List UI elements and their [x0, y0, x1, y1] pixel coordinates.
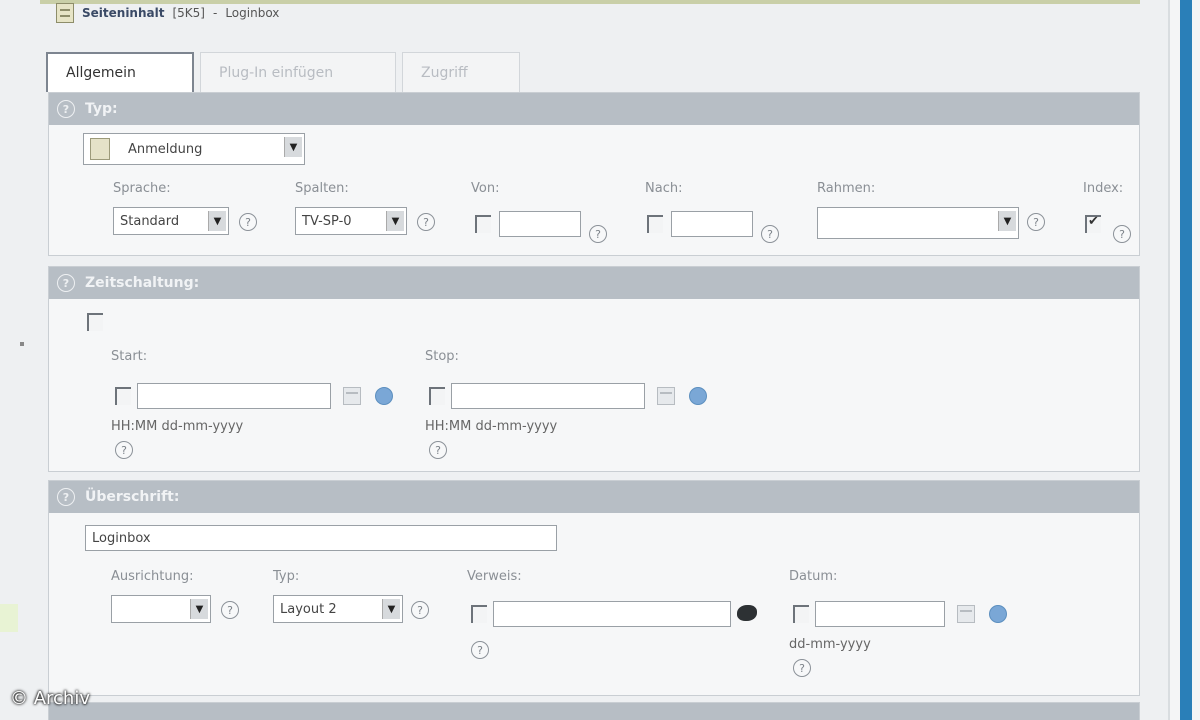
- tab-plugin-einfuegen[interactable]: Plug-In einfügen: [200, 52, 396, 92]
- datum-input[interactable]: [815, 601, 945, 627]
- chevron-down-icon[interactable]: ▼: [382, 599, 400, 619]
- chevron-down-icon[interactable]: ▼: [998, 211, 1016, 231]
- help-icon[interactable]: ?: [417, 213, 435, 231]
- type-select[interactable]: Anmeldung ▼: [83, 133, 305, 165]
- help-icon[interactable]: ?: [471, 641, 489, 659]
- help-icon[interactable]: ?: [411, 601, 429, 619]
- label-spalten: Spalten:: [295, 181, 349, 196]
- stop-format-hint: HH:MM dd-mm-yyyy: [425, 419, 558, 434]
- header-separator: -: [212, 6, 218, 20]
- label-von: Von:: [471, 181, 500, 196]
- section-zeitschaltung-title: Zeitschaltung:: [85, 275, 200, 291]
- stop-checkbox[interactable]: [429, 387, 445, 405]
- globe-icon[interactable]: [689, 387, 707, 405]
- help-icon[interactable]: ?: [57, 488, 75, 506]
- document-header: Seiteninhalt [5K5] - Loginbox: [56, 2, 279, 24]
- rahmen-select[interactable]: ▼: [817, 207, 1019, 239]
- nach-checkbox[interactable]: [647, 215, 663, 233]
- zeitschaltung-enable-checkbox[interactable]: [87, 313, 103, 331]
- tab-zugriff[interactable]: Zugriff: [402, 52, 520, 92]
- stop-input[interactable]: [451, 383, 645, 409]
- globe-icon[interactable]: [375, 387, 393, 405]
- label-verweis: Verweis:: [467, 569, 522, 584]
- ueberschrift-typ-select[interactable]: Layout 2 ▼: [273, 595, 403, 623]
- start-input[interactable]: [137, 383, 331, 409]
- section-ueberschrift: ? Überschrift: Loginbox Ausrichtung: Typ…: [48, 480, 1140, 696]
- label-datum: Datum:: [789, 569, 838, 584]
- calendar-icon[interactable]: [957, 605, 975, 623]
- copyright-watermark: © Archiv: [10, 688, 90, 709]
- label-ausrichtung: Ausrichtung:: [111, 569, 194, 584]
- spalten-value: TV-SP-0: [302, 213, 352, 229]
- chevron-down-icon[interactable]: ▼: [386, 211, 404, 231]
- section-typ: ? Typ: Anmeldung ▼ Sprache: Spalten: Von…: [48, 92, 1140, 256]
- label-nach: Nach:: [645, 181, 683, 196]
- type-select-value: Anmeldung: [128, 141, 203, 157]
- help-icon[interactable]: ?: [1113, 225, 1131, 243]
- scrollbar-track[interactable]: [1180, 0, 1192, 720]
- label-start: Start:: [111, 349, 148, 364]
- right-scroll-strip[interactable]: [1168, 0, 1200, 720]
- sprache-select[interactable]: Standard ▼: [113, 207, 229, 235]
- help-icon[interactable]: ?: [793, 659, 811, 677]
- help-icon[interactable]: ?: [1027, 213, 1045, 231]
- section-next-header: [49, 703, 1139, 720]
- von-input[interactable]: [499, 211, 581, 237]
- tab-allgemein[interactable]: Allgemein: [46, 52, 194, 92]
- start-checkbox[interactable]: [115, 387, 131, 405]
- left-marker: [20, 342, 24, 346]
- help-icon[interactable]: ?: [57, 100, 75, 118]
- von-checkbox[interactable]: [475, 215, 491, 233]
- chevron-down-icon[interactable]: ▼: [284, 137, 302, 157]
- help-icon[interactable]: ?: [57, 274, 75, 292]
- section-typ-title: Typ:: [85, 101, 118, 117]
- globe-icon[interactable]: [989, 605, 1007, 623]
- help-icon[interactable]: ?: [589, 225, 607, 243]
- page-content-icon: [56, 3, 74, 23]
- help-icon[interactable]: ?: [115, 441, 133, 459]
- help-icon[interactable]: ?: [239, 213, 257, 231]
- label-ueberschrift-typ: Typ:: [273, 569, 300, 584]
- spalten-select[interactable]: TV-SP-0 ▼: [295, 207, 407, 235]
- verweis-checkbox[interactable]: [471, 605, 487, 623]
- calendar-icon[interactable]: [657, 387, 675, 405]
- datum-format-hint: dd-mm-yyyy: [789, 637, 871, 652]
- header-subtitle: Loginbox: [225, 6, 280, 20]
- header-id: [5K5]: [172, 6, 205, 20]
- section-typ-header: ? Typ:: [49, 93, 1139, 125]
- section-zeitschaltung-header: ? Zeitschaltung:: [49, 267, 1139, 299]
- section-zeitschaltung: ? Zeitschaltung: Start: HH:MM dd-mm-yyyy…: [48, 266, 1140, 472]
- tab-bar: Allgemein Plug-In einfügen Zugriff: [46, 52, 526, 92]
- section-ueberschrift-header: ? Überschrift:: [49, 481, 1139, 513]
- calendar-icon[interactable]: [343, 387, 361, 405]
- label-rahmen: Rahmen:: [817, 181, 876, 196]
- start-format-hint: HH:MM dd-mm-yyyy: [111, 419, 244, 434]
- help-icon[interactable]: ?: [429, 441, 447, 459]
- label-sprache: Sprache:: [113, 181, 171, 196]
- label-stop: Stop:: [425, 349, 459, 364]
- datum-checkbox[interactable]: [793, 605, 809, 623]
- index-checkbox[interactable]: [1085, 214, 1101, 233]
- ueberschrift-typ-value: Layout 2: [280, 601, 337, 617]
- chevron-down-icon[interactable]: ▼: [208, 211, 226, 231]
- help-icon[interactable]: ?: [221, 601, 239, 619]
- section-ueberschrift-title: Überschrift:: [85, 489, 180, 505]
- section-next: [48, 702, 1140, 720]
- nach-input[interactable]: [671, 211, 753, 237]
- link-icon[interactable]: [737, 605, 757, 621]
- sprache-value: Standard: [120, 213, 180, 229]
- header-title: Seiteninhalt: [82, 6, 165, 20]
- label-index: Index:: [1083, 181, 1124, 196]
- type-icon: [90, 138, 110, 160]
- chevron-down-icon[interactable]: ▼: [190, 599, 208, 619]
- ueberschrift-input[interactable]: Loginbox: [85, 525, 557, 551]
- left-edge-highlight: [0, 604, 18, 632]
- verweis-input[interactable]: [493, 601, 731, 627]
- ausrichtung-select[interactable]: ▼: [111, 595, 211, 623]
- help-icon[interactable]: ?: [761, 225, 779, 243]
